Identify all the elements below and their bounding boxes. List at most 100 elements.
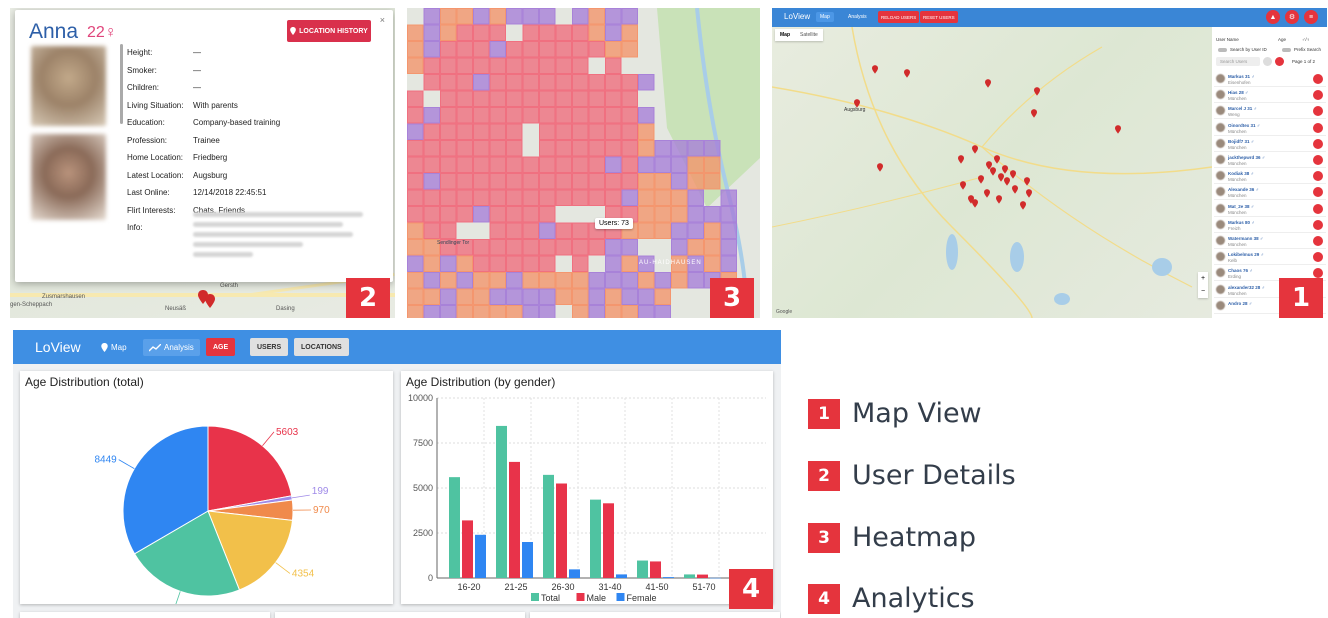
- heatmap-cell[interactable]: [572, 156, 589, 173]
- user-list-item[interactable]: Kodiak 38 ♂ München: [1214, 169, 1326, 185]
- heatmap-cell[interactable]: [473, 123, 490, 140]
- user-list-item[interactable]: Markus 80 ♂ Freizh: [1214, 218, 1326, 233]
- heatmap-cell[interactable]: [407, 255, 424, 272]
- heatmap-cell[interactable]: [489, 222, 506, 239]
- heatmap-cell[interactable]: [440, 189, 457, 206]
- heatmap-cell[interactable]: [704, 255, 721, 272]
- heatmap-cell[interactable]: [621, 74, 638, 91]
- heatmap-cell[interactable]: [638, 107, 655, 124]
- heatmap-cell[interactable]: [605, 156, 622, 173]
- heatmap-cell[interactable]: [572, 239, 589, 256]
- heatmap-cell[interactable]: [539, 24, 556, 41]
- heatmap-cell[interactable]: [489, 156, 506, 173]
- heatmap-cell[interactable]: [671, 189, 688, 206]
- heatmap-cell[interactable]: [456, 206, 473, 223]
- heatmap-cell[interactable]: [456, 8, 473, 25]
- heatmap-cell[interactable]: [720, 239, 737, 256]
- heatmap-cell[interactable]: [473, 239, 490, 256]
- heatmap-cell[interactable]: [456, 74, 473, 91]
- heatmap-cell[interactable]: [572, 123, 589, 140]
- heatmap-cell[interactable]: [506, 222, 523, 239]
- heatmap-cell[interactable]: [654, 156, 671, 173]
- heatmap-cell[interactable]: [555, 140, 572, 157]
- zoom-control[interactable]: + −: [1198, 272, 1208, 298]
- heatmap-cell[interactable]: [720, 206, 737, 223]
- heatmap-cell[interactable]: [423, 74, 440, 91]
- heatmap-cell[interactable]: [572, 305, 589, 319]
- heatmap-cell[interactable]: [654, 272, 671, 289]
- user-list-item[interactable]: Hias 28 ♂ München: [1214, 88, 1326, 104]
- heatmap-cell[interactable]: [489, 90, 506, 107]
- heatmap-cell[interactable]: [522, 57, 539, 74]
- heatmap-cell[interactable]: [506, 239, 523, 256]
- heatmap-cell[interactable]: [572, 272, 589, 289]
- map-pin-icon[interactable]: [1002, 165, 1008, 174]
- locate-user-icon[interactable]: [1313, 219, 1323, 230]
- heatmap-cell[interactable]: [489, 41, 506, 58]
- heatmap-cell[interactable]: [588, 8, 605, 25]
- heatmap-cell[interactable]: [638, 173, 655, 190]
- map-pin-icon[interactable]: [1034, 87, 1040, 96]
- heatmap-cell[interactable]: [423, 206, 440, 223]
- users-button[interactable]: USERS: [250, 338, 289, 356]
- heatmap-cell[interactable]: [555, 123, 572, 140]
- heatmap-cell[interactable]: [621, 123, 638, 140]
- heatmap-cell[interactable]: [506, 107, 523, 124]
- user-list-item[interactable]: Lokibelmus 29 ♂ Kelb: [1214, 250, 1326, 266]
- heatmap-cell[interactable]: [473, 74, 490, 91]
- locate-user-icon[interactable]: [1313, 122, 1323, 133]
- heatmap-cell[interactable]: [638, 189, 655, 206]
- heatmap-cell[interactable]: [506, 288, 523, 305]
- locate-user-icon[interactable]: [1313, 203, 1323, 214]
- heatmap-cell[interactable]: [621, 41, 638, 58]
- heatmap-cell[interactable]: [588, 24, 605, 41]
- heatmap-cell[interactable]: [407, 206, 424, 223]
- heatmap-cell[interactable]: [555, 189, 572, 206]
- heatmap-cell[interactable]: [440, 24, 457, 41]
- heatmap-cell[interactable]: [605, 140, 622, 157]
- map-pin-icon[interactable]: [972, 199, 978, 208]
- heatmap-cell[interactable]: [621, 90, 638, 107]
- map-pin-icon[interactable]: [1024, 177, 1030, 186]
- heatmap-cell[interactable]: [621, 156, 638, 173]
- tab-map[interactable]: Map: [775, 29, 795, 41]
- heatmap-cell[interactable]: [440, 206, 457, 223]
- heatmap-cell[interactable]: [440, 156, 457, 173]
- heatmap-cell[interactable]: [539, 272, 556, 289]
- heatmap-cell[interactable]: [588, 74, 605, 91]
- heatmap-cell[interactable]: [572, 90, 589, 107]
- heatmap-cell[interactable]: [621, 288, 638, 305]
- heatmap-cell[interactable]: [456, 272, 473, 289]
- heatmap-cell[interactable]: [456, 123, 473, 140]
- age-button[interactable]: AGE: [206, 338, 236, 356]
- upload-icon[interactable]: ▲: [1266, 10, 1280, 24]
- locate-user-icon[interactable]: [1313, 138, 1323, 149]
- menu-icon[interactable]: ≡: [1304, 10, 1318, 24]
- heatmap-cell[interactable]: [440, 288, 457, 305]
- heatmap-cell[interactable]: [506, 156, 523, 173]
- heatmap-cell[interactable]: [423, 8, 440, 25]
- heatmap-cell[interactable]: [489, 57, 506, 74]
- heatmap-cell[interactable]: [473, 107, 490, 124]
- gear-icon[interactable]: ⚙: [1285, 10, 1299, 24]
- heatmap-cell[interactable]: [654, 222, 671, 239]
- heatmap-cell[interactable]: [423, 272, 440, 289]
- user-list-item[interactable]: Mat_2e 38 ♂ München: [1214, 202, 1326, 217]
- prefix-search-toggle[interactable]: [1282, 48, 1291, 52]
- heatmap-cell[interactable]: [440, 173, 457, 190]
- heatmap-cell[interactable]: [572, 107, 589, 124]
- heatmap-cell[interactable]: [654, 140, 671, 157]
- legend-swatch[interactable]: [576, 593, 585, 601]
- prev-page-button[interactable]: [1263, 57, 1272, 66]
- heatmap-cell[interactable]: [489, 8, 506, 25]
- heatmap-cell[interactable]: [671, 173, 688, 190]
- legend-swatch[interactable]: [616, 593, 625, 601]
- heatmap-cell[interactable]: [671, 206, 688, 223]
- heatmap-cell[interactable]: [440, 90, 457, 107]
- heatmap-cell[interactable]: [539, 57, 556, 74]
- heatmap-cell[interactable]: [407, 173, 424, 190]
- bar-female[interactable]: [475, 534, 486, 578]
- user-list-item[interactable]: Oinordtex 31 ♂ München: [1214, 121, 1326, 136]
- search-input[interactable]: Search Users: [1216, 57, 1260, 66]
- bar-total[interactable]: [496, 425, 507, 578]
